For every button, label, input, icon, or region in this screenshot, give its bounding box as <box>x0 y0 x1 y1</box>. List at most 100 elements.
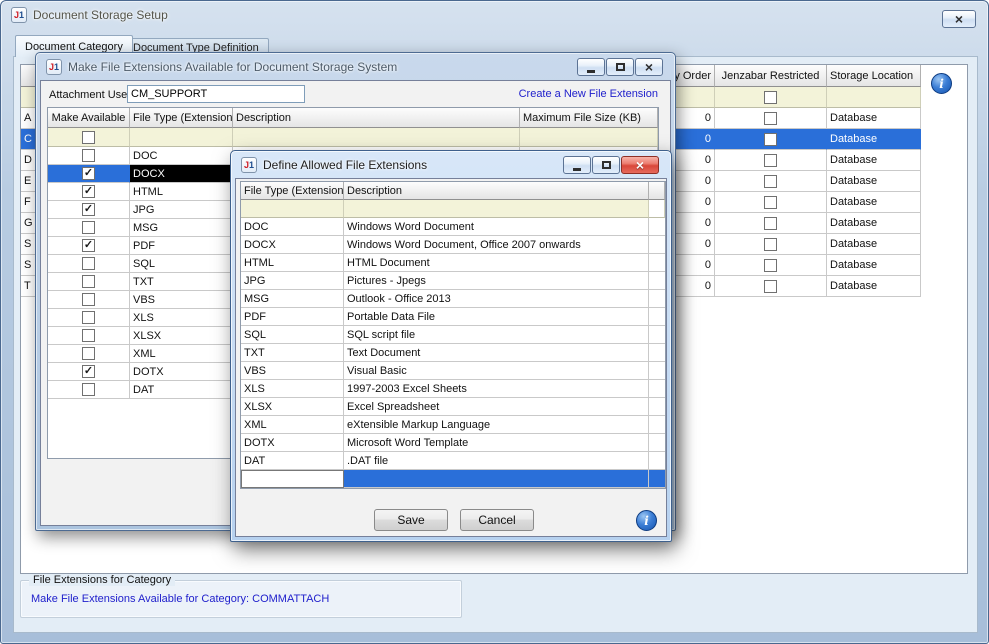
extension-definition-row[interactable]: DOC Windows Word Document <box>241 218 665 236</box>
storage-location-cell[interactable]: Database <box>827 255 921 276</box>
jenzabar-restricted-cell[interactable] <box>715 150 827 171</box>
make-available-cell[interactable] <box>48 201 130 219</box>
jenzabar-restricted-cell[interactable] <box>715 108 827 129</box>
info-icon[interactable] <box>636 510 657 531</box>
make-available-cell[interactable] <box>48 363 130 381</box>
filter-cell[interactable] <box>233 128 520 147</box>
restricted-checkbox[interactable] <box>764 133 777 146</box>
restricted-checkbox[interactable] <box>764 238 777 251</box>
description-cell[interactable]: .DAT file <box>344 452 649 470</box>
attachment-use-field[interactable] <box>127 85 305 103</box>
restricted-checkbox[interactable] <box>764 112 777 125</box>
extension-definition-row[interactable]: DOCX Windows Word Document, Office 2007 … <box>241 236 665 254</box>
extension-definition-row[interactable]: XML eXtensible Markup Language <box>241 416 665 434</box>
app-logo-icon[interactable]: J1 <box>11 7 27 23</box>
file-type-cell[interactable]: DAT <box>130 381 233 399</box>
make-available-cell[interactable] <box>48 273 130 291</box>
make-available-cell[interactable] <box>48 381 130 399</box>
file-type-cell[interactable]: XML <box>241 416 344 434</box>
file-type-cell[interactable]: HTML <box>130 183 233 201</box>
restricted-checkbox[interactable] <box>764 154 777 167</box>
make-available-checkbox[interactable] <box>82 167 95 180</box>
description-cell[interactable]: Visual Basic <box>344 362 649 380</box>
max-file-size-header[interactable]: Maximum File Size (KB) <box>520 108 658 128</box>
make-extensions-available-link[interactable]: Make File Extensions Available for Categ… <box>31 593 329 605</box>
save-button[interactable]: Save <box>374 509 448 531</box>
restricted-checkbox[interactable] <box>764 280 777 293</box>
restricted-checkbox[interactable] <box>764 175 777 188</box>
storage-location-cell[interactable]: Database <box>827 276 921 297</box>
description-header[interactable]: Description <box>233 108 520 128</box>
file-type-cell[interactable]: SQL <box>130 255 233 273</box>
extension-definition-row[interactable]: VBS Visual Basic <box>241 362 665 380</box>
filter-checkbox[interactable] <box>764 91 777 104</box>
file-type-cell[interactable]: DOTX <box>241 434 344 452</box>
filter-cell[interactable] <box>344 200 649 218</box>
file-type-cell[interactable]: DOC <box>130 147 233 165</box>
file-type-cell[interactable]: SQL <box>241 326 344 344</box>
extension-definition-row[interactable]: XLSX Excel Spreadsheet <box>241 398 665 416</box>
description-cell[interactable]: Outlook - Office 2013 <box>344 290 649 308</box>
file-type-cell[interactable]: JPG <box>130 201 233 219</box>
file-type-cell[interactable]: XLSX <box>241 398 344 416</box>
create-new-extension-link[interactable]: Create a New File Extension <box>519 88 658 100</box>
file-type-cell[interactable]: VBS <box>241 362 344 380</box>
file-type-cell[interactable]: DOCX <box>130 165 233 183</box>
filter-cell[interactable] <box>715 87 827 108</box>
extension-definition-row[interactable]: TXT Text Document <box>241 344 665 362</box>
restricted-checkbox[interactable] <box>764 196 777 209</box>
app-logo-icon[interactable]: J1 <box>46 59 62 75</box>
make-available-cell[interactable] <box>48 183 130 201</box>
storage-location-cell[interactable]: Database <box>827 192 921 213</box>
main-titlebar[interactable]: J1 Document Storage Setup <box>1 1 988 29</box>
new-file-type-cell[interactable] <box>241 470 344 488</box>
make-available-checkbox[interactable] <box>82 347 95 360</box>
file-type-cell[interactable]: XLS <box>130 309 233 327</box>
make-available-checkbox[interactable] <box>82 149 95 162</box>
make-available-checkbox[interactable] <box>82 257 95 270</box>
jenzabar-restricted-cell[interactable] <box>715 276 827 297</box>
extension-definition-row[interactable]: SQL SQL script file <box>241 326 665 344</box>
file-type-cell[interactable]: XML <box>130 345 233 363</box>
make-available-cell[interactable] <box>48 237 130 255</box>
jenzabar-restricted-cell[interactable] <box>715 234 827 255</box>
file-type-cell[interactable]: TXT <box>241 344 344 362</box>
file-type-cell[interactable]: DOCX <box>241 236 344 254</box>
file-type-cell[interactable]: MSG <box>130 219 233 237</box>
make-available-checkbox[interactable] <box>82 293 95 306</box>
file-type-cell[interactable]: DOTX <box>130 363 233 381</box>
make-available-cell[interactable] <box>48 327 130 345</box>
jenzabar-restricted-cell[interactable] <box>715 192 827 213</box>
description-cell[interactable]: HTML Document <box>344 254 649 272</box>
extension-definition-row[interactable]: DOTX Microsoft Word Template <box>241 434 665 452</box>
file-type-cell[interactable]: PDF <box>130 237 233 255</box>
maximize-button[interactable] <box>592 156 620 174</box>
storage-location-cell[interactable]: Database <box>827 171 921 192</box>
maximize-button[interactable] <box>606 58 634 76</box>
description-header[interactable]: Description <box>344 182 649 200</box>
description-cell[interactable]: Text Document <box>344 344 649 362</box>
jenzabar-restricted-header[interactable]: Jenzabar Restricted <box>715 65 827 87</box>
app-logo-icon[interactable]: J1 <box>241 157 257 173</box>
storage-location-cell[interactable]: Database <box>827 234 921 255</box>
file-type-cell[interactable]: XLSX <box>130 327 233 345</box>
new-extension-row[interactable] <box>241 470 665 488</box>
storage-location-cell[interactable]: Database <box>827 129 921 150</box>
description-cell[interactable]: Excel Spreadsheet <box>344 398 649 416</box>
filter-cell[interactable] <box>241 200 344 218</box>
make-available-cell[interactable] <box>48 255 130 273</box>
jenzabar-restricted-cell[interactable] <box>715 255 827 276</box>
file-type-cell[interactable]: HTML <box>241 254 344 272</box>
make-available-cell[interactable] <box>48 309 130 327</box>
make-available-cell[interactable] <box>48 147 130 165</box>
file-type-cell[interactable]: JPG <box>241 272 344 290</box>
description-cell[interactable]: Microsoft Word Template <box>344 434 649 452</box>
make-available-cell[interactable] <box>48 165 130 183</box>
jenzabar-restricted-cell[interactable] <box>715 213 827 234</box>
make-available-checkbox[interactable] <box>82 275 95 288</box>
make-available-cell[interactable] <box>48 345 130 363</box>
make-available-checkbox[interactable] <box>82 365 95 378</box>
close-button[interactable] <box>635 58 663 76</box>
cancel-button[interactable]: Cancel <box>460 509 534 531</box>
file-type-cell[interactable]: PDF <box>241 308 344 326</box>
